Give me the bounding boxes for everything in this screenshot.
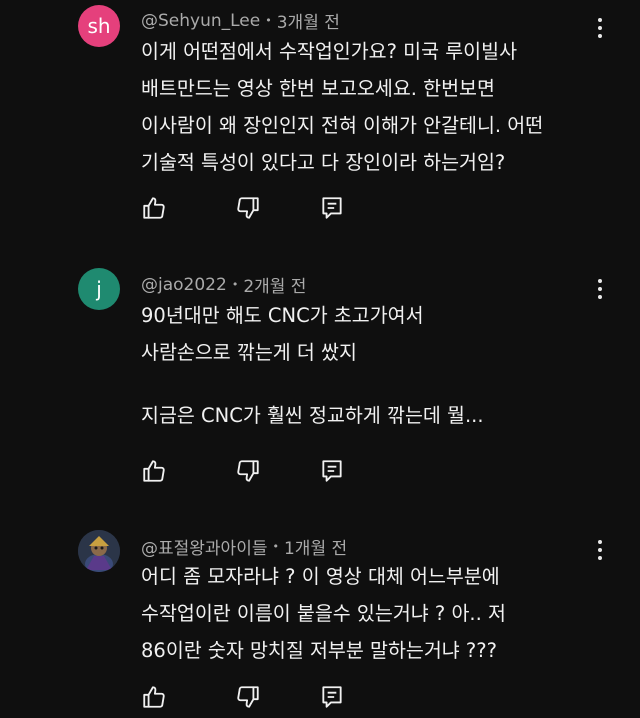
- comment-time[interactable]: 1개월 전: [284, 534, 347, 559]
- comment-author[interactable]: @표절왕과아이들: [141, 534, 267, 559]
- dislike-button[interactable]: [232, 455, 264, 487]
- comment-author[interactable]: @Sehyun_Lee: [141, 11, 260, 31]
- more-vertical-icon: [598, 18, 602, 22]
- reply-button[interactable]: [316, 455, 348, 487]
- comment-line: 이게 어떤점에서 수작업인가요? 미국 루이빌사: [141, 40, 518, 63]
- avatar[interactable]: [78, 530, 120, 572]
- thumbs-up-icon: [143, 686, 165, 708]
- avatar[interactable]: j: [78, 268, 120, 310]
- like-button[interactable]: [138, 192, 170, 224]
- dislike-button[interactable]: [232, 681, 264, 713]
- comment-line: 사람손으로 깎는게 더 쌌지: [141, 341, 357, 364]
- reply-icon: [322, 197, 342, 219]
- comment-text: 90년대만 해도 CNC가 초고가여서 사람손으로 깎는게 더 쌌지 지금은 C…: [141, 297, 611, 434]
- header-separator: •: [265, 14, 272, 27]
- comment-line: 배트만드는 영상 한번 보고오세요. 한번보면: [141, 77, 495, 100]
- comment-line: 지금은 CNC가 훨씬 정교하게 깎는데 뭘...: [141, 404, 484, 427]
- thumbs-down-icon: [237, 686, 259, 708]
- like-button[interactable]: [138, 681, 170, 713]
- comment-time[interactable]: 2개월 전: [243, 272, 306, 297]
- reply-button[interactable]: [316, 681, 348, 713]
- thumbs-up-icon: [143, 460, 165, 482]
- like-button[interactable]: [138, 455, 170, 487]
- reply-icon: [322, 686, 342, 708]
- avatar-initials: j: [96, 277, 102, 301]
- avatar[interactable]: sh: [78, 5, 120, 47]
- avatar-initials: sh: [87, 14, 111, 38]
- comment-author[interactable]: @jao2022: [141, 275, 227, 295]
- more-vertical-icon: [598, 540, 602, 544]
- comment-line: 86이란 숫자 망치질 저부분 말하는거냐 ???: [141, 639, 497, 662]
- reply-icon: [322, 460, 342, 482]
- comment-text: 어디 좀 모자라냐 ? 이 영상 대체 어느부분에 수작업이란 이름이 붙을수 …: [141, 558, 611, 669]
- avatar-picture: [78, 530, 120, 572]
- thumbs-down-icon: [237, 460, 259, 482]
- header-separator: •: [231, 278, 239, 291]
- comment-header: @jao2022 • 2개월 전: [141, 272, 306, 298]
- comment-time[interactable]: 3개월 전: [277, 8, 340, 33]
- thumbs-up-icon: [143, 197, 165, 219]
- comment-text: 이게 어떤점에서 수작업인가요? 미국 루이빌사 배트만드는 영상 한번 보고오…: [141, 33, 611, 181]
- comment-line: 어디 좀 모자라냐 ? 이 영상 대체 어느부분에: [141, 565, 500, 588]
- comment-header: @Sehyun_Lee • 3개월 전: [141, 8, 340, 34]
- thumbs-down-icon: [237, 197, 259, 219]
- comment-header: @표절왕과아이들 • 1개월 전: [141, 534, 347, 559]
- dislike-button[interactable]: [232, 192, 264, 224]
- comment-line: 기술적 특성이 있다고 다 장인이라 하는거임?: [141, 151, 506, 174]
- comment-line: 90년대만 해도 CNC가 초고가여서: [141, 304, 424, 327]
- comment-line: 수작업이란 이름이 붙을수 있는거냐 ? 아.. 저: [141, 602, 506, 625]
- reply-button[interactable]: [316, 192, 348, 224]
- comment-line: 이사람이 왜 장인인지 전혀 이해가 안갈테니. 어떤: [141, 114, 544, 137]
- more-vertical-icon: [598, 279, 602, 283]
- header-separator: •: [272, 540, 279, 553]
